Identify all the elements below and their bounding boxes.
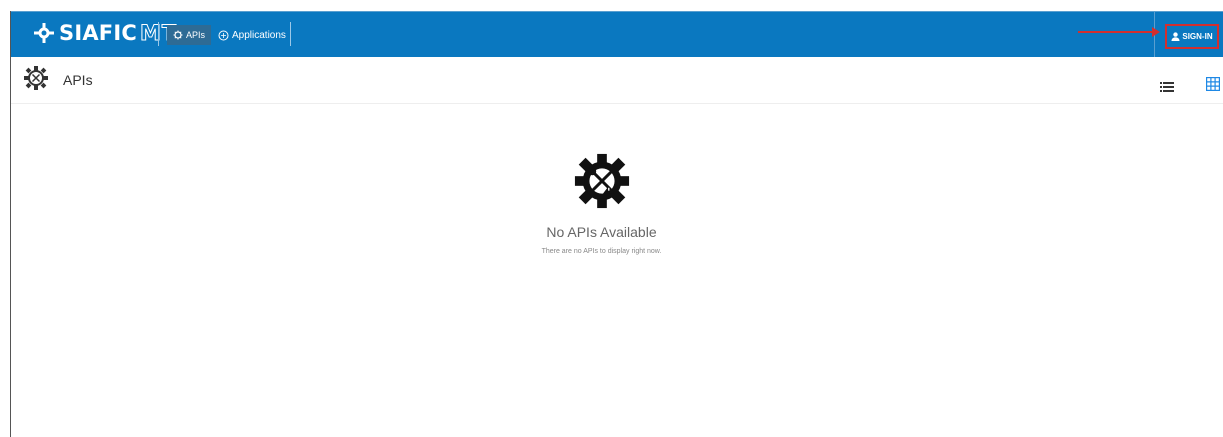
empty-state: No APIs Available There are no APIs to d… bbox=[11, 152, 1192, 255]
sign-in-label: SIGN-IN bbox=[1182, 32, 1213, 41]
brand-logo[interactable]: SIAFIC MT bbox=[33, 21, 177, 46]
gear-cube-logo-icon bbox=[34, 23, 54, 43]
applications-icon bbox=[218, 30, 229, 40]
empty-state-title: No APIs Available bbox=[546, 224, 657, 240]
annotation-arrow bbox=[1078, 27, 1160, 37]
app-window: SIAFIC MT APIs Applications S bbox=[10, 11, 1223, 437]
page-title: APIs bbox=[63, 72, 93, 88]
nav-tab-apis-label: APIs bbox=[186, 30, 206, 40]
page-header: APIs bbox=[11, 57, 1223, 104]
grid-view-icon[interactable] bbox=[1206, 77, 1220, 91]
nav-divider bbox=[158, 22, 159, 46]
empty-state-subtitle: There are no APIs to display right now. bbox=[541, 248, 662, 255]
sign-in-button[interactable]: SIGN-IN bbox=[1165, 24, 1219, 49]
nav-tab-applications[interactable]: Applications bbox=[214, 25, 290, 45]
tools-gear-icon bbox=[574, 153, 629, 209]
user-icon bbox=[1171, 32, 1180, 41]
nav-tab-applications-label: Applications bbox=[232, 29, 286, 41]
brand-name: SIAFIC bbox=[59, 21, 137, 45]
gear-icon bbox=[173, 30, 183, 40]
top-navigation-bar: SIAFIC MT APIs Applications S bbox=[11, 11, 1223, 57]
api-gear-icon bbox=[24, 66, 48, 90]
list-view-icon[interactable] bbox=[1160, 81, 1174, 93]
nav-divider bbox=[290, 22, 291, 46]
nav-tab-apis[interactable]: APIs bbox=[167, 25, 212, 45]
